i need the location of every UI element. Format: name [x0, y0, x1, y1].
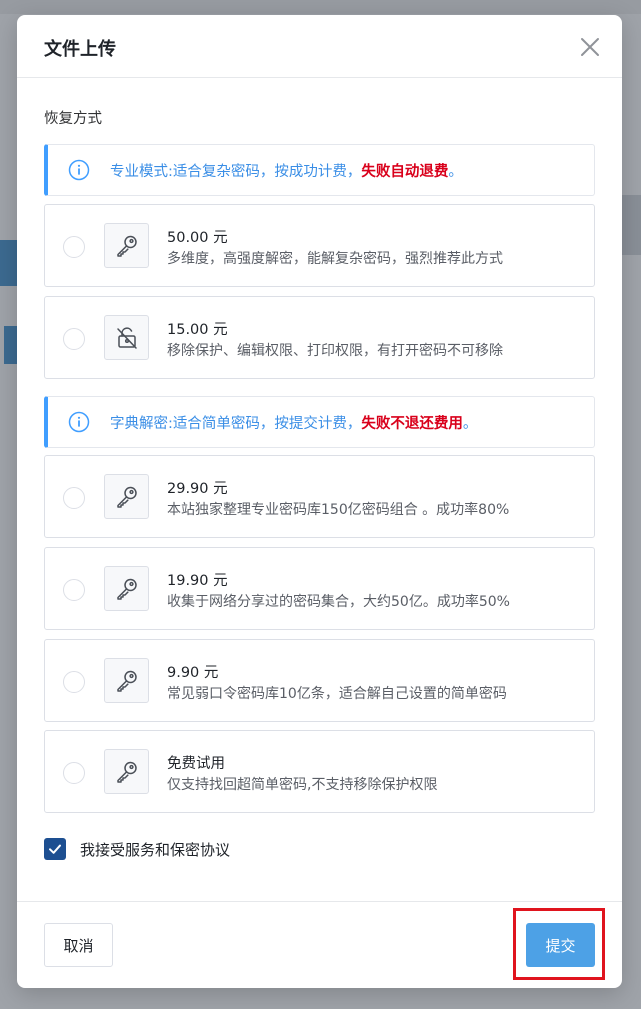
key-icon — [104, 749, 149, 794]
option-price: 50.00 元 — [167, 230, 228, 246]
option-description: 常见弱口令密码库10亿条，适合解自己设置的简单密码 — [167, 686, 507, 702]
notice-warning: 失败不退还费用 — [361, 415, 463, 432]
option-description: 收集于网络分享过的密码集合，大约50亿。成功率50% — [167, 594, 510, 610]
dialog-footer: 取消 提交 — [17, 901, 622, 988]
agreement-label: 我接受服务和保密协议 — [80, 840, 231, 859]
recovery-method-label: 恢复方式 — [44, 111, 102, 127]
option-29-90[interactable]: 29.90 元 本站独家整理专业密码库150亿密码组合 。成功率80% — [44, 455, 595, 538]
option-price: 15.00 元 — [167, 322, 228, 338]
option-radio[interactable] — [63, 671, 85, 693]
unlock-icon — [104, 315, 149, 360]
option-radio[interactable] — [63, 236, 85, 258]
notice-warning: 失败自动退费 — [361, 163, 449, 180]
option-15[interactable]: 15.00 元 移除保护、编辑权限、打印权限，有打开密码不可移除 — [44, 296, 595, 379]
dialog-title: 文件上传 — [44, 39, 116, 60]
file-upload-dialog: 文件上传 恢复方式 专业模式:适合复杂密码，按成功计费， 失败自动退费。 50.0… — [17, 15, 622, 988]
notice-punctuation: 。 — [448, 163, 463, 180]
close-icon — [581, 38, 599, 56]
key-icon — [104, 566, 149, 611]
option-description: 仅支持找回超简单密码,不支持移除保护权限 — [167, 777, 438, 793]
option-radio[interactable] — [63, 487, 85, 509]
notice-professional: 专业模式:适合复杂密码，按成功计费， 失败自动退费。 — [44, 144, 595, 196]
agreement-checkbox[interactable] — [44, 838, 66, 860]
notice-dictionary: 字典解密:适合简单密码，按提交计费， 失败不退还费用。 — [44, 396, 595, 448]
option-price: 19.90 元 — [167, 573, 228, 589]
dialog-header: 文件上传 — [17, 15, 622, 78]
notice-punctuation: 。 — [462, 415, 478, 432]
notice-text: 专业模式:适合复杂密码，按成功计费， — [110, 163, 362, 180]
key-icon — [104, 223, 149, 268]
key-icon — [104, 658, 149, 703]
option-9-90[interactable]: 9.90 元 常见弱口令密码库10亿条，适合解自己设置的简单密码 — [44, 639, 595, 722]
notice-text: 字典解密:适合简单密码，按提交计费， — [110, 415, 362, 432]
option-description: 多维度，高强度解密，能解复杂密码，强烈推荐此方式 — [167, 251, 503, 267]
option-price: 29.90 元 — [167, 481, 228, 497]
agreement-checkbox-row[interactable]: 我接受服务和保密协议 — [44, 838, 230, 860]
cancel-button[interactable]: 取消 — [44, 923, 113, 967]
option-50[interactable]: 50.00 元 多维度，高强度解密，能解复杂密码，强烈推荐此方式 — [44, 204, 595, 287]
info-icon — [68, 411, 90, 433]
submit-highlight-box: 提交 — [513, 908, 605, 980]
close-button[interactable] — [578, 35, 602, 59]
info-icon — [68, 159, 90, 181]
option-radio[interactable] — [63, 579, 85, 601]
checkmark-icon — [49, 844, 61, 854]
option-radio[interactable] — [63, 762, 85, 784]
option-description: 本站独家整理专业密码库150亿密码组合 。成功率80% — [167, 502, 510, 518]
option-radio[interactable] — [63, 328, 85, 350]
option-price: 免费试用 — [167, 756, 225, 772]
option-price: 9.90 元 — [167, 665, 219, 681]
key-icon — [104, 474, 149, 519]
submit-button[interactable]: 提交 — [526, 923, 595, 967]
option-description: 移除保护、编辑权限、打印权限，有打开密码不可移除 — [167, 343, 503, 359]
option-19-90[interactable]: 19.90 元 收集于网络分享过的密码集合，大约50亿。成功率50% — [44, 547, 595, 630]
option-free-trial[interactable]: 免费试用 仅支持找回超简单密码,不支持移除保护权限 — [44, 730, 595, 813]
